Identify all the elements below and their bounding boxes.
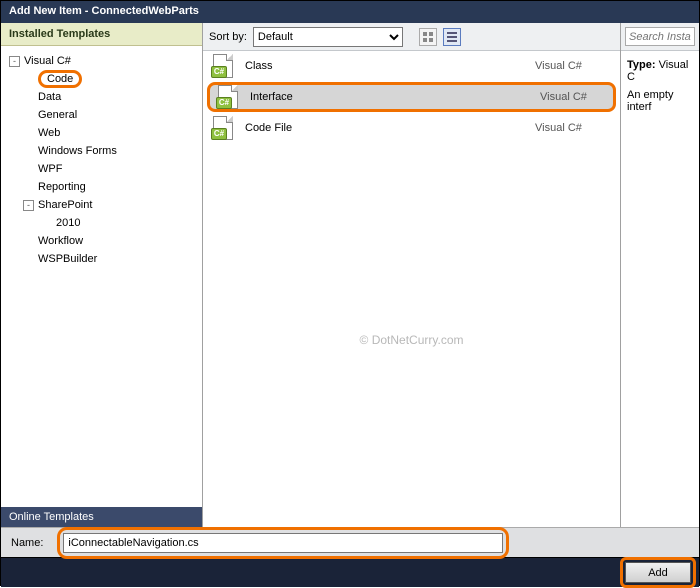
footer: Add: [1, 557, 699, 587]
item-list[interactable]: C# Class Visual C# C# Interface Visual C# C# Co…: [203, 51, 620, 527]
main-area: Installed Templates -Visual C#CodeDataGe…: [1, 23, 699, 527]
window-title: Add New Item - ConnectedWebParts: [1, 1, 699, 23]
tree-node-web[interactable]: Web: [5, 124, 198, 142]
tree-label: SharePoint: [38, 199, 92, 211]
search-area: [621, 23, 699, 51]
toolbar: Sort by: Default: [203, 23, 620, 51]
tree-label: Reporting: [38, 181, 86, 193]
tree-label: Visual C#: [24, 55, 71, 67]
tree-node-code[interactable]: Code: [5, 70, 198, 88]
tree-label: General: [38, 109, 77, 121]
detail-pane: Type: Visual C An empty interf: [621, 51, 699, 121]
item-class[interactable]: C# Class Visual C#: [203, 51, 620, 81]
tree-label: WPF: [38, 163, 62, 175]
expander-icon[interactable]: -: [9, 56, 20, 67]
tree-node-wpf[interactable]: WPF: [5, 160, 198, 178]
tree-label: 2010: [56, 217, 80, 229]
item-name-label: Code File: [245, 122, 525, 134]
name-label: Name:: [11, 537, 43, 549]
search-input[interactable]: [625, 27, 695, 46]
view-details-button[interactable]: [443, 28, 461, 46]
add-button[interactable]: Add: [625, 562, 691, 583]
tree-node-visual-c-[interactable]: -Visual C#: [5, 52, 198, 70]
tree-label: Web: [38, 127, 60, 139]
tree-node-data[interactable]: Data: [5, 88, 198, 106]
item-name-label: Interface: [250, 91, 530, 103]
online-templates-header[interactable]: Online Templates: [1, 507, 202, 527]
center-pane: Sort by: Default C# Class Visual C# C# Inter…: [203, 23, 621, 527]
template-tree[interactable]: -Visual C#CodeDataGeneralWebWindows Form…: [1, 46, 202, 507]
tree-label: Code: [38, 70, 82, 88]
name-bar: Name:: [1, 527, 699, 557]
type-description: An empty interf: [627, 89, 693, 113]
tree-label: Data: [38, 91, 61, 103]
view-small-icons-button[interactable]: [419, 28, 437, 46]
csharp-file-icon: C#: [211, 54, 235, 78]
item-code-file[interactable]: C# Code File Visual C#: [203, 113, 620, 143]
tree-node-wspbuilder[interactable]: WSPBuilder: [5, 250, 198, 268]
expander-icon[interactable]: -: [23, 200, 34, 211]
tree-node-workflow[interactable]: Workflow: [5, 232, 198, 250]
item-name-label: Class: [245, 60, 525, 72]
tree-label: Windows Forms: [38, 145, 117, 157]
tree-node-reporting[interactable]: Reporting: [5, 178, 198, 196]
tree-node-2010[interactable]: 2010: [5, 214, 198, 232]
tree-label: Workflow: [38, 235, 83, 247]
sidebar: Installed Templates -Visual C#CodeDataGe…: [1, 23, 203, 527]
sort-by-dropdown[interactable]: Default: [253, 27, 403, 47]
right-pane: Type: Visual C An empty interf: [621, 23, 699, 527]
item-language-label: Visual C#: [535, 122, 582, 134]
tree-node-sharepoint[interactable]: -SharePoint: [5, 196, 198, 214]
csharp-file-icon: C#: [216, 85, 240, 109]
item-language-label: Visual C#: [540, 91, 587, 103]
name-input[interactable]: [63, 533, 503, 553]
tree-node-general[interactable]: General: [5, 106, 198, 124]
item-interface[interactable]: C# Interface Visual C#: [207, 82, 616, 112]
csharp-file-icon: C#: [211, 116, 235, 140]
sort-by-label: Sort by:: [209, 31, 247, 43]
item-language-label: Visual C#: [535, 60, 582, 72]
installed-templates-header[interactable]: Installed Templates: [1, 23, 202, 46]
tree-label: WSPBuilder: [38, 253, 97, 265]
type-label: Type:: [627, 59, 656, 71]
tree-node-windows-forms[interactable]: Windows Forms: [5, 142, 198, 160]
